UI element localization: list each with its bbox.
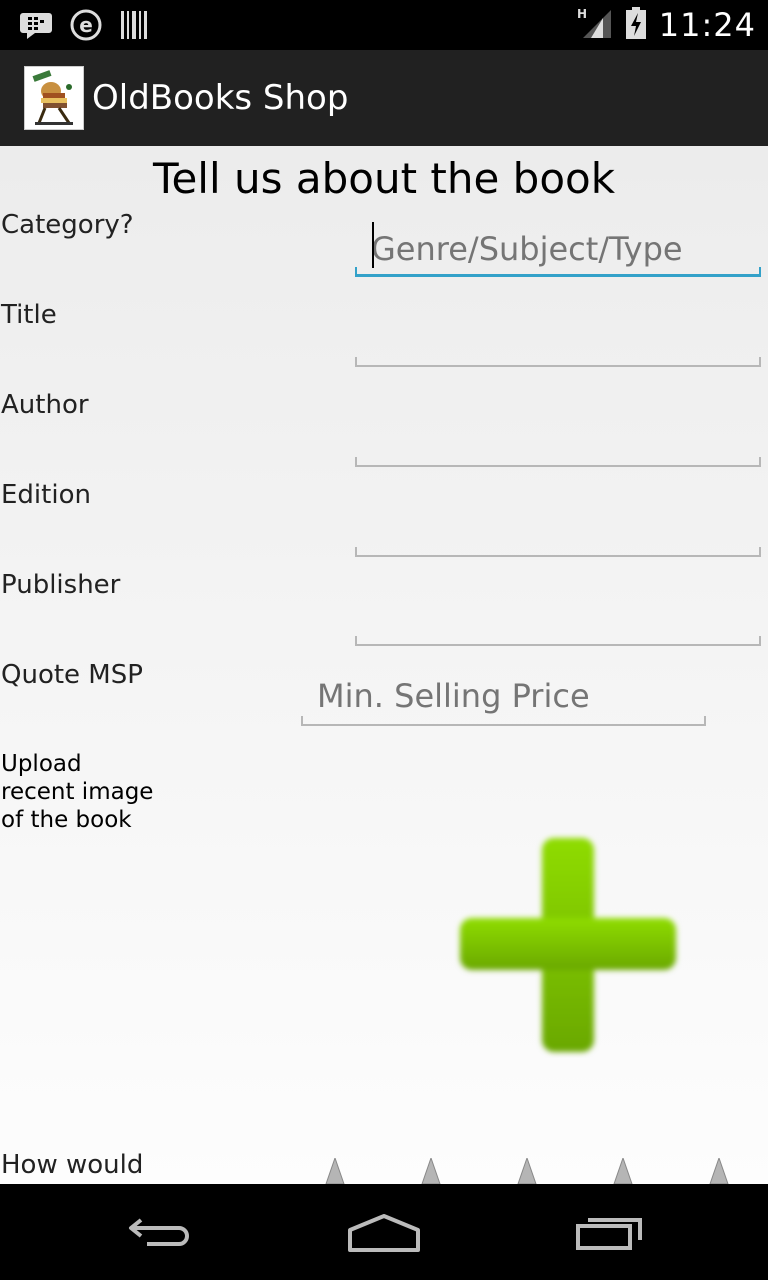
signal-icon: H <box>577 6 613 44</box>
book-form: Tell us about the book Category? Title A… <box>0 146 768 1184</box>
barcode-icon <box>120 10 148 44</box>
home-icon <box>348 1214 420 1252</box>
author-field[interactable] <box>355 422 761 472</box>
edition-field[interactable] <box>355 512 761 562</box>
svg-text:e: e <box>79 13 93 37</box>
form-heading: Tell us about the book <box>152 154 616 203</box>
navigation-bar <box>0 1184 768 1280</box>
title-field[interactable] <box>355 322 761 372</box>
app-title: OldBooks Shop <box>92 78 349 118</box>
battery-charging-icon <box>625 6 647 44</box>
green-plus-icon <box>460 838 676 1052</box>
back-button[interactable] <box>110 1204 210 1260</box>
category-field[interactable] <box>355 222 761 277</box>
author-label: Author <box>1 390 89 420</box>
status-bar: e H 11:24 <box>0 0 768 50</box>
title-label: Title <box>1 300 57 330</box>
bbm-icon <box>20 10 52 44</box>
text-cursor <box>372 222 374 268</box>
rating-star[interactable] <box>310 1156 360 1184</box>
e-icon: e <box>70 9 102 45</box>
back-icon <box>129 1218 189 1246</box>
home-button[interactable] <box>334 1204 434 1260</box>
msp-field[interactable] <box>301 671 706 726</box>
rating-label: How would <box>1 1150 144 1180</box>
category-label: Category? <box>1 210 134 240</box>
msp-label: Quote MSP <box>1 660 143 690</box>
rating-bar[interactable] <box>300 1156 760 1184</box>
action-bar: OldBooks Shop <box>0 50 768 146</box>
status-time: 11:24 <box>658 6 756 44</box>
rating-star[interactable] <box>694 1156 744 1184</box>
add-image-button[interactable] <box>452 832 684 1058</box>
upload-label: Upload recent image of the book <box>1 751 154 833</box>
publisher-field[interactable] <box>355 601 761 651</box>
edition-label: Edition <box>1 480 91 510</box>
rating-star[interactable] <box>502 1156 552 1184</box>
app-logo-icon[interactable] <box>24 66 84 130</box>
category-input[interactable] <box>371 224 757 274</box>
publisher-label: Publisher <box>1 570 121 600</box>
msp-input[interactable] <box>317 671 702 721</box>
recents-button[interactable] <box>560 1204 660 1260</box>
svg-text:H: H <box>577 7 587 21</box>
rating-star[interactable] <box>598 1156 648 1184</box>
recents-icon <box>576 1218 642 1250</box>
rating-star[interactable] <box>406 1156 456 1184</box>
